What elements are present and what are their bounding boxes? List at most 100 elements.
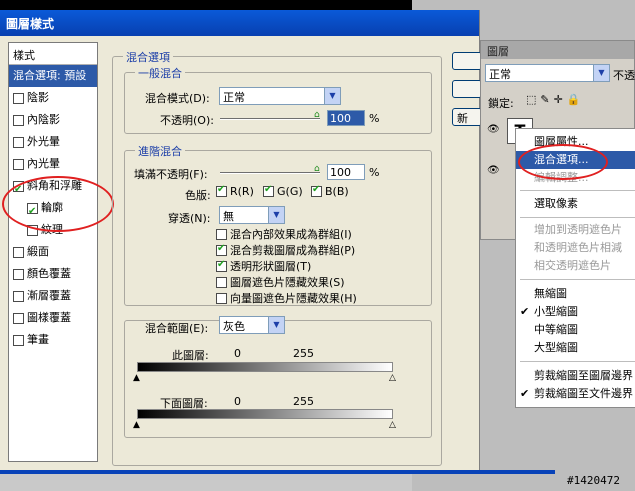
style-item-label: 斜角和浮雕: [27, 179, 82, 192]
watermark: #1420472: [567, 474, 620, 487]
advanced-option-label: 混合剪裁圖層成為群組(P): [230, 244, 356, 257]
blend-if-select[interactable]: 灰色 ▼: [219, 316, 285, 334]
this-layer-min: 0: [234, 347, 241, 360]
style-item-checkbox[interactable]: [13, 114, 24, 126]
channel-r-checkbox[interactable]: [216, 184, 227, 197]
menu-item[interactable]: 中等縮圖: [516, 321, 635, 339]
advanced-option-checkbox[interactable]: [216, 292, 227, 304]
chevron-down-icon: ▼: [324, 88, 340, 104]
fill-opacity-input[interactable]: 100: [327, 164, 365, 180]
channels-label: 色版:: [185, 189, 211, 202]
style-item-label: 輪廓: [41, 201, 63, 214]
advanced-option[interactable]: 透明形狀圖層(T): [216, 258, 311, 274]
channel-b[interactable]: B(B): [311, 184, 349, 198]
new-style-label: 新: [457, 112, 468, 125]
style-item[interactable]: 圖樣覆蓋: [9, 307, 97, 329]
new-style-button[interactable]: 新: [452, 108, 482, 126]
underlying-gradient: [137, 409, 393, 419]
layers-blend-select[interactable]: 正常 ▼: [485, 64, 610, 82]
menu-item-label: 混合選項...: [534, 153, 589, 166]
blend-if-label: 混合範圍(E):: [145, 322, 209, 335]
underlying-black-slider[interactable]: ▲: [133, 421, 140, 430]
blend-mode-select[interactable]: 正常 ▼: [219, 87, 341, 105]
menu-item[interactable]: 大型縮圖: [516, 339, 635, 357]
menu-item[interactable]: 剪裁縮圖至圖層邊界: [516, 367, 635, 385]
underlying-white-slider[interactable]: △: [389, 421, 396, 430]
this-layer-white-slider[interactable]: △: [389, 374, 396, 383]
style-item-checkbox[interactable]: [27, 224, 38, 236]
style-item[interactable]: 斜角和浮雕: [9, 175, 97, 201]
advanced-option-checkbox[interactable]: [216, 228, 227, 240]
layers-blend-value: 正常: [489, 68, 511, 81]
style-item-checkbox[interactable]: [13, 246, 24, 258]
knockout-select[interactable]: 無 ▼: [219, 206, 285, 224]
menu-item[interactable]: 混合選項...: [516, 151, 635, 169]
advanced-option[interactable]: 圖層遮色片隱藏效果(S): [216, 274, 345, 290]
chevron-down-icon: ▼: [268, 207, 284, 223]
menu-item[interactable]: ✔ 剪裁縮圖至文件邊界: [516, 385, 635, 403]
advanced-option[interactable]: 混合剪裁圖層成為群組(P): [216, 242, 355, 258]
menu-item-label: 增加到透明遮色片: [534, 223, 622, 236]
style-item-label: 混合選項: 預設: [13, 69, 87, 82]
advanced-option[interactable]: 混合內部效果成為群組(I): [216, 226, 352, 242]
style-item-label: 緞面: [27, 245, 49, 258]
advanced-option-checkbox[interactable]: [216, 276, 227, 288]
lock-label: 鎖定:: [488, 97, 514, 110]
style-item[interactable]: 顏色覆蓋: [9, 263, 97, 285]
advanced-option[interactable]: 向量圖遮色片隱藏效果(H): [216, 290, 357, 306]
style-item[interactable]: 外光暈: [9, 131, 97, 153]
fill-opacity-slider[interactable]: [220, 172, 320, 174]
style-item-checkbox[interactable]: [13, 158, 24, 170]
style-item[interactable]: 筆畫: [9, 329, 97, 351]
style-item[interactable]: 陰影: [9, 87, 97, 109]
opacity-label: 不透明(O):: [160, 114, 214, 127]
channel-b-checkbox[interactable]: [311, 184, 322, 197]
channel-g-checkbox[interactable]: [263, 184, 274, 197]
menu-separator: [520, 279, 635, 280]
fill-opacity-label: 填滿不透明(F):: [134, 168, 208, 181]
advanced-option-checkbox[interactable]: [216, 259, 227, 272]
style-item-checkbox[interactable]: [13, 334, 24, 346]
channel-g[interactable]: G(G): [263, 184, 303, 198]
channel-r-label: R(R): [230, 185, 254, 198]
style-item[interactable]: 緞面: [9, 241, 97, 263]
style-item[interactable]: 內光暈: [9, 153, 97, 175]
opacity-slider-thumb[interactable]: ⌂: [314, 110, 322, 120]
opacity-slider[interactable]: [220, 118, 320, 120]
style-item-checkbox[interactable]: [13, 179, 24, 201]
menu-item[interactable]: ✔ 小型縮圖: [516, 303, 635, 321]
style-item-checkbox[interactable]: [13, 312, 24, 324]
lock-icons[interactable]: ⬚✎✛🔒: [526, 93, 585, 106]
this-layer-black-slider[interactable]: ▲: [133, 374, 140, 383]
cancel-button[interactable]: [452, 80, 482, 98]
menu-item-label: 中等縮圖: [534, 323, 578, 336]
opacity-input[interactable]: 100: [327, 110, 365, 126]
menu-item[interactable]: 無縮圖: [516, 285, 635, 303]
style-item-checkbox[interactable]: [13, 268, 24, 280]
chevron-down-icon: ▼: [593, 65, 609, 81]
eye-icon[interactable]: 👁: [487, 165, 500, 176]
this-layer-max: 255: [293, 347, 314, 360]
menu-item-label: 剪裁縮圖至文件邊界: [534, 387, 633, 400]
eye-icon[interactable]: 👁: [487, 124, 500, 135]
style-item[interactable]: 內陰影: [9, 109, 97, 131]
underlying-max: 255: [293, 395, 314, 408]
ok-button[interactable]: [452, 52, 482, 70]
style-item-checkbox[interactable]: [13, 290, 24, 302]
menu-item[interactable]: 圖層屬性...: [516, 133, 635, 151]
style-item-checkbox[interactable]: [27, 201, 38, 223]
style-item-checkbox[interactable]: [13, 92, 24, 104]
menu-item-label: 編輯調整...: [534, 171, 589, 184]
style-item[interactable]: 漸層覆蓋: [9, 285, 97, 307]
style-item-label: 紋理: [41, 223, 63, 236]
channel-r[interactable]: R(R): [216, 184, 254, 198]
style-item-checkbox[interactable]: [13, 136, 24, 148]
style-item-label: 顏色覆蓋: [27, 267, 71, 280]
style-item[interactable]: 混合選項: 預設: [9, 65, 97, 87]
fill-opacity-slider-thumb[interactable]: ⌂: [314, 164, 322, 174]
style-item[interactable]: 紋理: [9, 219, 97, 241]
advanced-option-checkbox[interactable]: [216, 243, 227, 256]
menu-item-label: 小型縮圖: [534, 305, 578, 318]
this-layer-gradient: [137, 362, 393, 372]
menu-item[interactable]: 選取像素: [516, 195, 635, 213]
